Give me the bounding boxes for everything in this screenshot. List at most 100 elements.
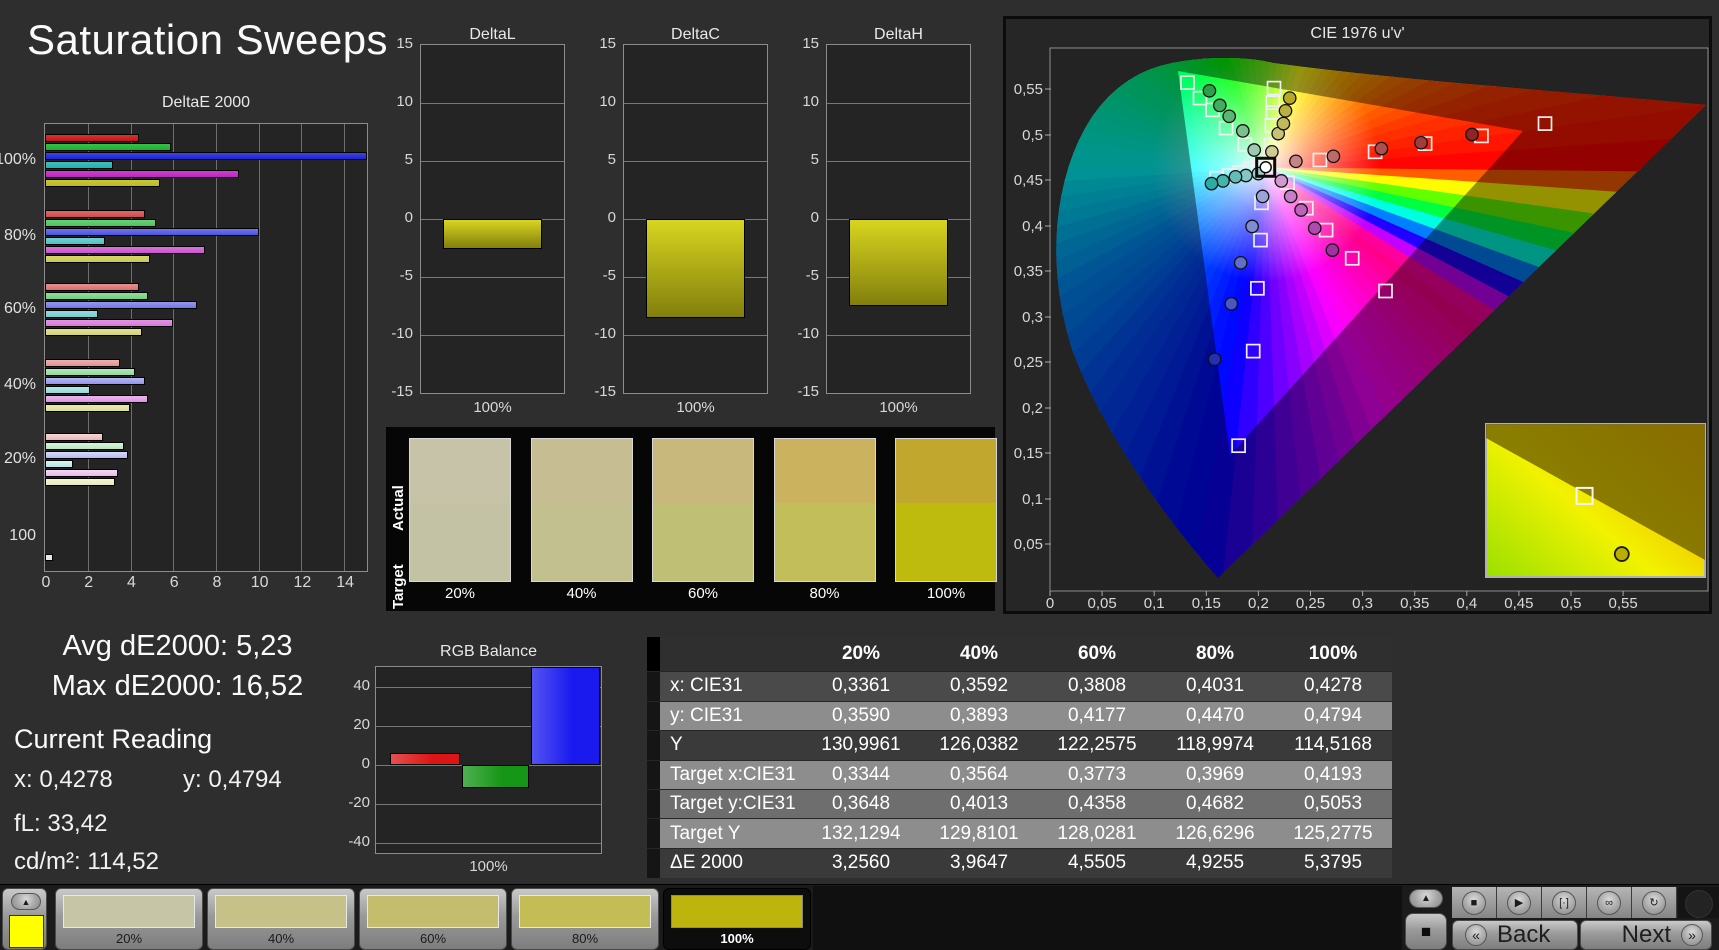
deltae-group-label: 40%	[3, 376, 36, 393]
table-row-label: x: CIE31	[670, 675, 743, 697]
cie-measured-green	[1235, 124, 1250, 138]
toolbar-spacer	[813, 886, 1402, 950]
table-cell: 5,3795	[1303, 852, 1363, 874]
swatch-100%	[895, 438, 997, 582]
deltae2000-chart: DeltaE 2000 100% 80% 60% 40% 20% 100 0 2 4 6 8 10 1…	[0, 92, 372, 612]
deltae-x-tick: 2	[84, 574, 94, 591]
svg-text:0,05: 0,05	[1087, 595, 1116, 611]
cie-measured-green	[1247, 143, 1262, 157]
svg-text:0,45: 0,45	[1014, 172, 1043, 189]
deltae-bar-red-40%	[45, 359, 120, 367]
deltae-bar-yellow-100%	[45, 179, 160, 187]
deltae-bar-magenta-80%	[45, 246, 206, 254]
single-measure-icon: [·]	[1552, 890, 1576, 915]
table-row: y: CIE31 0,3590 0,3893 0,4177 0,4470 0,4794	[647, 701, 1392, 731]
rgb-y-tick: 20	[353, 715, 370, 733]
patch-button-label: 20%	[115, 931, 143, 946]
patch-button-label: 80%	[571, 931, 599, 946]
svg-text:0,3: 0,3	[1022, 309, 1043, 326]
swatch-label: 60%	[687, 585, 719, 602]
deltaL-chart: DeltaL 15 10 5 0 -5 -10 -15 100%	[385, 25, 573, 425]
dh-y-tick: 10	[802, 93, 819, 110]
next-button-label: Next	[1621, 921, 1671, 948]
swatch-target-40%	[531, 502, 632, 581]
deltae-bar-green-100%	[45, 143, 172, 151]
patch-button-label: 60%	[419, 931, 447, 946]
swatch-target-80%	[774, 502, 875, 581]
deltaL-plot-area	[420, 44, 565, 394]
deltae-bar-magenta-20%	[45, 469, 118, 477]
svg-text:0,15: 0,15	[1014, 445, 1043, 462]
table-cell: 125,2775	[1293, 822, 1373, 844]
deltae-x-tick: 6	[169, 574, 179, 591]
stop-big-button[interactable]: ■	[1405, 913, 1447, 950]
disabled-circle-icon	[1685, 890, 1713, 918]
next-button[interactable]: Next »	[1580, 920, 1712, 950]
dh-y-tick: 15	[802, 35, 819, 52]
patch-button-100%[interactable]: 100%	[663, 888, 811, 950]
cie-measured-red	[1465, 127, 1479, 142]
table-cell: 0,4278	[1303, 675, 1363, 697]
rgb-balance-chart: RGB Balance 40 20 0 -20 -40 100%	[345, 642, 625, 882]
rgb-y-tick: -20	[348, 794, 370, 812]
table-cell: 0,3969	[1185, 763, 1245, 785]
deltae-bar-blue-100%	[45, 152, 367, 160]
rgb-bar-green	[462, 764, 529, 789]
cie-measured-red	[1374, 141, 1389, 156]
swatch-actual-60%	[653, 439, 753, 503]
svg-text:0,35: 0,35	[1400, 595, 1429, 611]
deltae-group-label: 20%	[3, 450, 36, 467]
cie-measured-green	[1212, 98, 1227, 113]
patch-swatch-40%	[215, 895, 347, 928]
swatch-actual-20%	[410, 439, 510, 503]
table-row: x: CIE31 0,3361 0,3592 0,3808 0,4031 0,4278	[647, 671, 1392, 702]
dh-y-tick: -15	[797, 383, 819, 400]
table-cell: 0,3564	[949, 763, 1009, 785]
continuous-icon: ∞	[1597, 890, 1621, 915]
cie-measured-green	[1222, 109, 1237, 124]
patch-button-20%[interactable]: 20%	[55, 888, 203, 950]
cie-measured-magenta	[1283, 189, 1298, 204]
continuous-button[interactable]: ∞	[1587, 887, 1632, 918]
patch-button-60%[interactable]: 60%	[359, 888, 507, 950]
deltae-bar-green-80%	[45, 219, 157, 227]
current-cdm2-value: cd/m²: 114,52	[14, 848, 159, 875]
deltaH-chart: DeltaH 15 10 5 0 -5 -10 -15 100%	[791, 25, 979, 425]
back-button[interactable]: « Back	[1452, 920, 1578, 950]
dh-y-tick: 5	[810, 151, 819, 168]
swatch-label: 20%	[444, 585, 476, 602]
deltae-x-tick: 10	[250, 574, 269, 591]
gridline	[421, 161, 564, 162]
table-cell: 0,3893	[949, 704, 1009, 726]
loop-button[interactable]: ↻	[1632, 887, 1677, 918]
patch-button-label: 40%	[267, 931, 295, 946]
current-reading-heading: Current Reading	[14, 724, 213, 754]
patch-button-80%[interactable]: 80%	[511, 888, 659, 950]
table-cell: 0,4470	[1185, 704, 1245, 726]
dh-y-tick: -5	[805, 267, 819, 284]
table-row-label: Target Y	[670, 822, 741, 844]
swatch-actual-40%	[531, 439, 632, 503]
table-row: Y 130,9961 126,0382 122,2575 118,9974 114,516…	[647, 730, 1392, 761]
table-header: 80%	[1195, 643, 1235, 665]
swatch-label: 40%	[566, 585, 597, 602]
stop-button[interactable]: ■	[1452, 887, 1497, 918]
table-cell: 0,3590	[831, 704, 891, 726]
deltae-bar-yellow-60%	[45, 328, 143, 336]
table-header: 40%	[959, 643, 999, 665]
cie-measured-magenta	[1325, 243, 1340, 257]
svg-text:0,25: 0,25	[1296, 595, 1325, 611]
gridline	[421, 277, 564, 278]
bottom-toolbar: ▲ 20% 40% 60% 80% 100% ▲ ■ ■ ▶ [·] ∞ ↻ « Back Ne…	[0, 884, 1719, 950]
dl-y-tick: 15	[396, 35, 413, 52]
swatch-label: 100%	[926, 585, 966, 602]
play-button[interactable]: ▶	[1497, 887, 1542, 918]
transport-up-icon[interactable]: ▲	[1409, 889, 1443, 908]
rgb-y-tick: 0	[361, 754, 370, 772]
cie-measured-yellow	[1278, 103, 1293, 118]
deltae-x-tick: 4	[127, 574, 136, 591]
single-measure-button[interactable]: [·]	[1542, 887, 1587, 918]
gridline	[624, 335, 767, 336]
svg-text:0,5: 0,5	[1561, 595, 1582, 611]
patch-button-40%[interactable]: 40%	[207, 888, 355, 950]
